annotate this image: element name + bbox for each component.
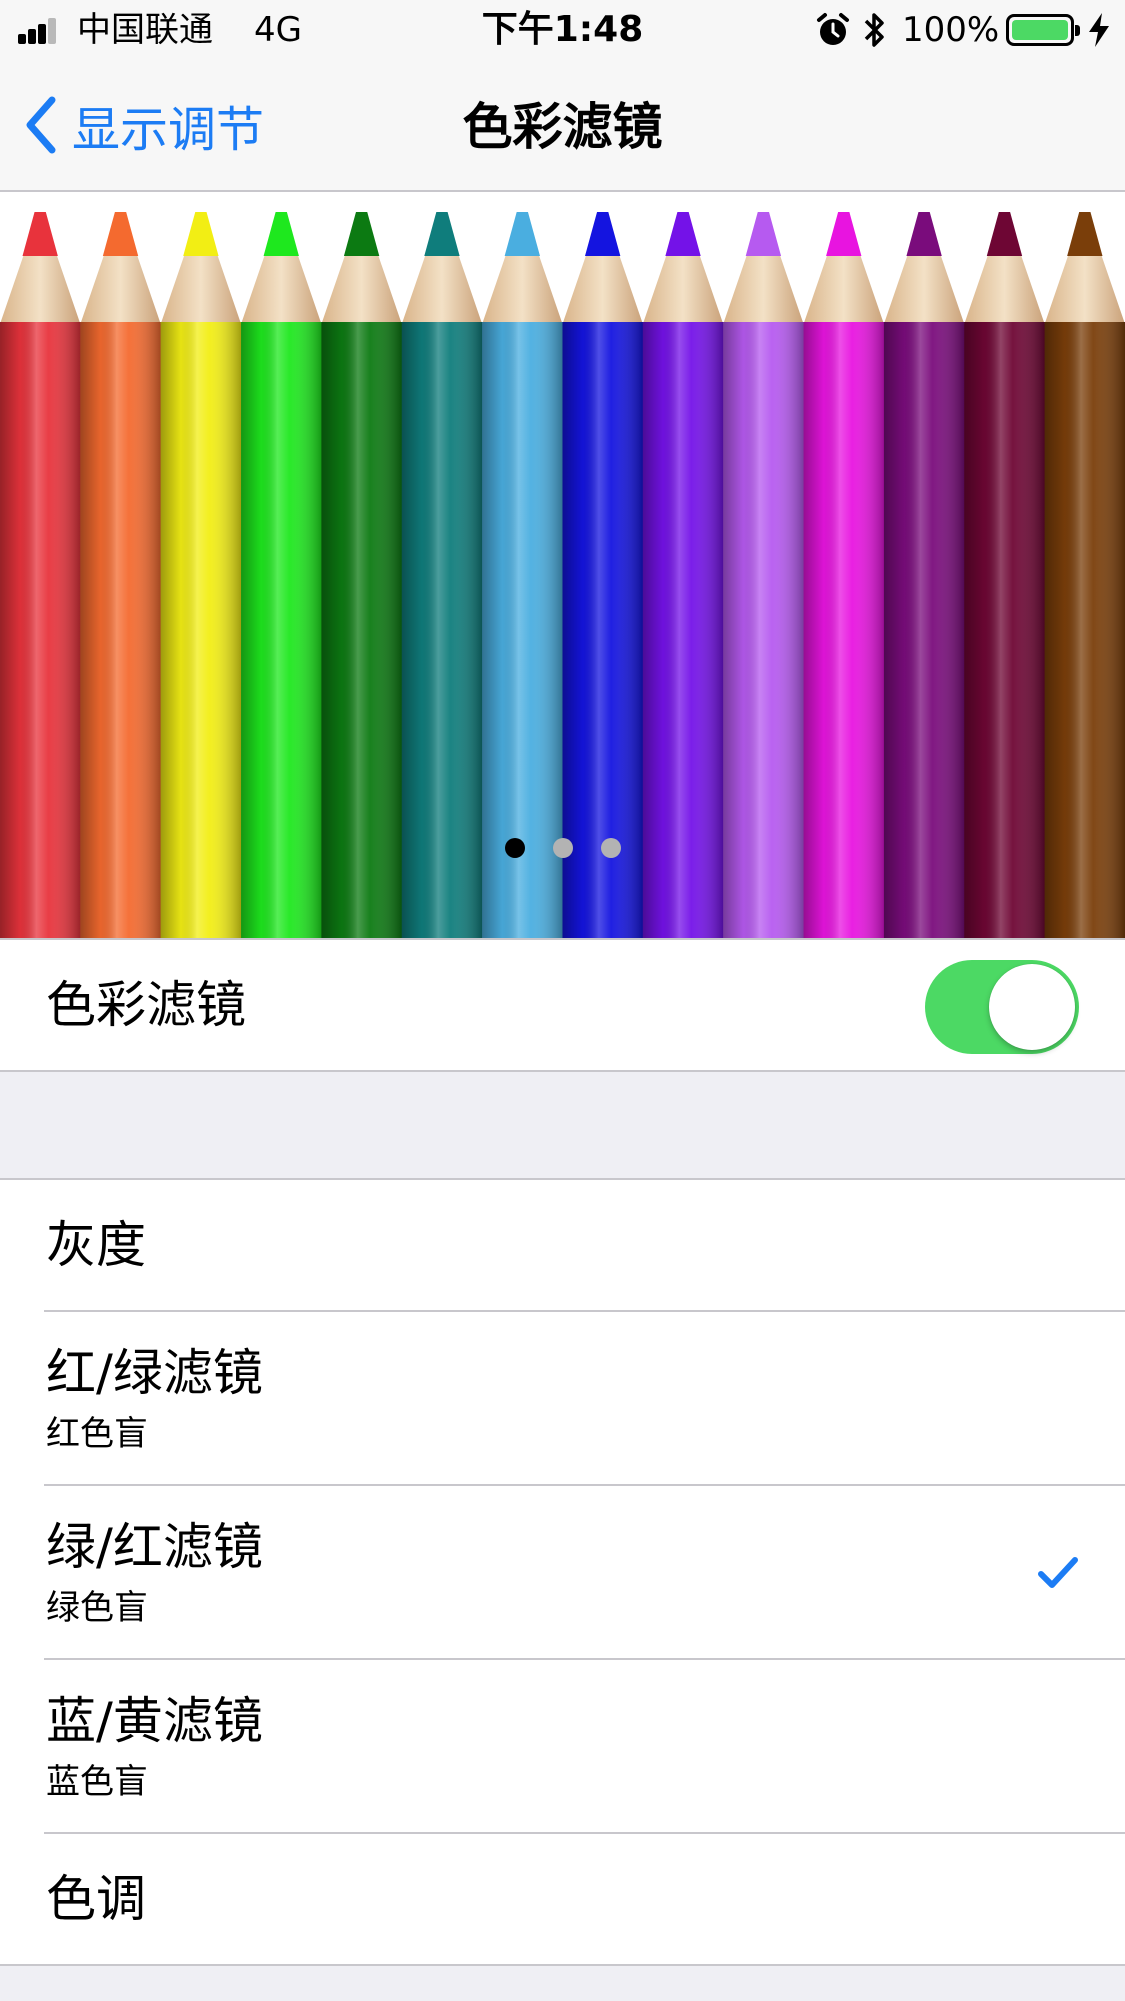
filter-option-green-red[interactable]: 绿/红滤镜 绿色盲 — [0, 1486, 1125, 1660]
pencil — [964, 212, 1046, 1007]
colored-pencils-image — [0, 212, 1125, 1007]
battery-icon — [1006, 14, 1080, 46]
color-filters-toggle-row: 色彩滤镜 — [0, 938, 1125, 1072]
filter-title: 灰度 — [46, 1216, 146, 1274]
filter-option-red-green[interactable]: 红/绿滤镜 红色盲 — [0, 1312, 1125, 1486]
color-filters-switch[interactable] — [925, 960, 1079, 1054]
filter-options-list: 灰度 红/绿滤镜 红色盲 绿/红滤镜 绿色盲 蓝/黄滤镜 蓝色盲 色调 — [0, 1178, 1125, 1966]
pencil — [803, 212, 885, 1007]
pencil — [241, 212, 322, 1007]
pencil — [321, 212, 403, 1007]
pencil — [642, 212, 724, 1007]
filter-subtitle: 绿色盲 — [46, 1588, 148, 1628]
alarm-icon — [817, 13, 849, 45]
filter-option-tint[interactable]: 色调 — [0, 1834, 1125, 1964]
checkmark-icon — [1038, 1557, 1078, 1588]
toggle-label: 色彩滤镜 — [46, 976, 246, 1034]
battery-percent: 100% — [902, 10, 1000, 50]
page-title: 色彩滤镜 — [462, 98, 663, 156]
page-dot[interactable] — [552, 838, 573, 858]
filter-subtitle: 红色盲 — [46, 1414, 148, 1454]
pencil — [482, 212, 563, 1007]
pencil — [160, 212, 242, 1007]
page-dot[interactable] — [504, 838, 525, 858]
pencil — [80, 212, 162, 1007]
pencil — [0, 212, 81, 1007]
filter-title: 红/绿滤镜 — [46, 1344, 263, 1402]
filter-title: 蓝/黄滤镜 — [46, 1692, 263, 1750]
switch-knob — [989, 964, 1075, 1050]
filter-option-blue-yellow[interactable]: 蓝/黄滤镜 蓝色盲 — [0, 1660, 1125, 1834]
filter-title: 色调 — [46, 1870, 146, 1928]
pencil — [883, 212, 965, 1007]
pencil — [723, 212, 805, 1007]
filter-option-grayscale[interactable]: 灰度 — [0, 1180, 1125, 1312]
pencil — [401, 212, 483, 1007]
filter-preview[interactable] — [0, 192, 1125, 1007]
page-dot[interactable] — [600, 838, 621, 858]
charging-icon — [1089, 13, 1109, 47]
bluetooth-icon — [864, 13, 884, 47]
filter-title: 绿/红滤镜 — [46, 1518, 263, 1576]
status-bar: 中国联通 4G 下午1:48 100% — [0, 0, 1125, 60]
pencil — [1044, 212, 1125, 1007]
filter-subtitle: 蓝色盲 — [46, 1762, 148, 1802]
page-indicator[interactable] — [0, 838, 1125, 858]
navigation-bar: 显示调节 色彩滤镜 — [0, 60, 1125, 192]
pencil — [562, 212, 644, 1007]
